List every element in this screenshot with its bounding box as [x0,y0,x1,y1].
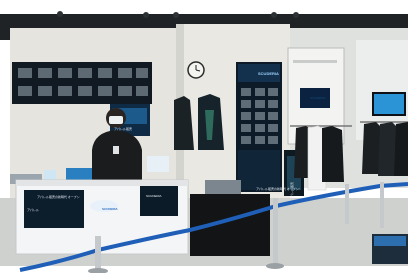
monitor-screen [374,94,404,114]
banner-caption: アパレル販売 [290,182,294,200]
ceiling-spotlight [57,11,63,17]
store-scene [0,0,408,273]
hanging-jacket [394,122,408,176]
counter-top [16,180,188,186]
store-photo: SCUDERIA アパレル販売の新時代 オープン! アパレル販売 アパレル販売 … [0,0,408,273]
ceiling-spotlight [271,12,277,18]
counter-box-poster [140,186,178,216]
ceiling-spotlight [293,12,299,18]
display-shelf [293,60,337,63]
poster-logo-text: SCUDERIA [258,71,279,76]
bottom-edge [0,266,408,273]
counter-poster-subtext: アパレル [27,208,39,212]
tall-poster-footer [238,150,280,190]
shirt [322,126,344,182]
counter-poster-text: アパレル販売の新時代 オープン [37,195,80,199]
merch-tray [205,180,241,194]
face-mask [109,116,123,124]
person-body [92,130,142,180]
display-sign-text: SCUDERIA [310,96,326,100]
counter-box-text: SCUDERIA [146,194,162,198]
wall-poster-caption: アパレル販売 [114,127,132,131]
name-tag [113,146,119,154]
ceiling-spotlight [173,12,179,18]
counter-items [147,156,169,172]
floor-sign-band [374,236,406,246]
ceiling-spotlight [143,12,149,18]
counter-brand-text: SCUDERIA [102,207,118,211]
